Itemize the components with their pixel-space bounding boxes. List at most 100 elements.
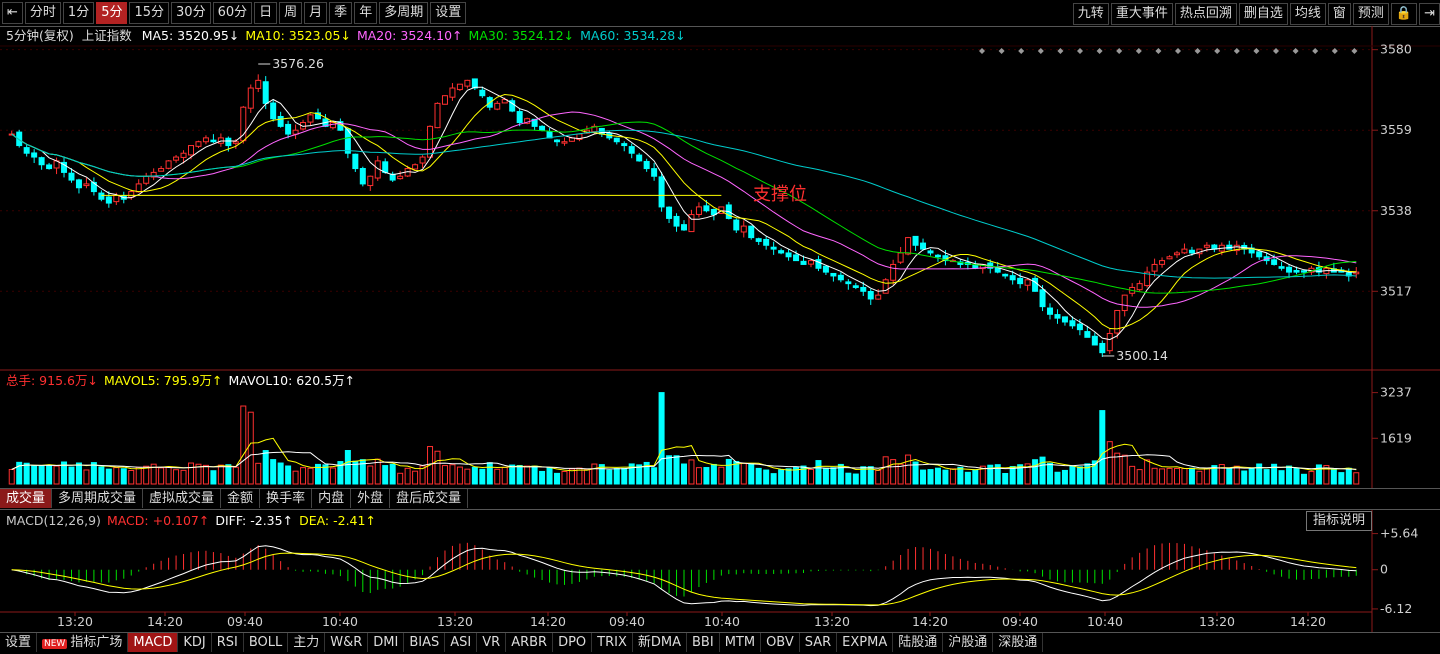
indicator-tab[interactable]: BIAS: [404, 633, 446, 652]
volume-tab[interactable]: 盘后成交量: [390, 489, 469, 508]
marker-diamond: [1175, 48, 1181, 54]
macd-axis-label: -6.12: [1380, 601, 1412, 616]
volume-bar: [38, 465, 45, 485]
candle-body: [845, 281, 852, 285]
volume-tab[interactable]: 外盘: [351, 489, 391, 508]
volume-bar: [621, 467, 628, 485]
volume-bar: [755, 467, 762, 485]
volume-bar: [23, 462, 30, 485]
candle-body: [1300, 270, 1307, 273]
candle-body: [1069, 320, 1076, 327]
candle-body: [897, 252, 904, 263]
indicator-tab[interactable]: 主力: [288, 633, 326, 652]
candle-body: [785, 252, 792, 258]
indicator-tab[interactable]: SAR: [800, 633, 838, 652]
candle-body: [158, 168, 165, 172]
volume-bar: [1248, 467, 1255, 485]
x-axis-label: 09:40: [1002, 614, 1038, 629]
indicator-tab[interactable]: W&R: [325, 633, 369, 652]
indicator-tab[interactable]: NEW 指标广场: [37, 633, 129, 652]
candle-body: [397, 175, 404, 180]
volume-bar: [710, 463, 717, 485]
volume-bar: [285, 465, 292, 485]
volume-bar: [905, 454, 912, 485]
volume-tab[interactable]: 换手率: [260, 489, 313, 508]
indicator-tab[interactable]: MACD: [128, 633, 179, 652]
marker-diamond: [1273, 48, 1279, 54]
candle-body: [561, 141, 568, 144]
candle-body: [658, 176, 665, 208]
indicator-tab[interactable]: 深股通: [993, 633, 1044, 652]
candle-body: [666, 206, 673, 219]
candle-body: [778, 250, 785, 254]
indicator-tab[interactable]: 新DMA: [633, 633, 688, 652]
candle-body: [1091, 335, 1098, 346]
volume-bar: [897, 463, 904, 485]
indicator-tab[interactable]: DMI: [368, 633, 405, 652]
volume-bar: [1308, 471, 1315, 485]
marker-diamond: [1096, 48, 1103, 54]
kline-chart[interactable]: 3580 3559 3538 3517 3576.26 3500.14 3237 1619 +5…: [0, 0, 1440, 652]
volume-tab[interactable]: 金额: [221, 489, 261, 508]
volume-tab[interactable]: 成交量: [0, 489, 53, 508]
ma-line: [11, 86, 1357, 341]
volume-bar: [83, 469, 90, 485]
candle-body: [920, 242, 927, 250]
indicator-tab[interactable]: OBV: [761, 633, 800, 652]
candle-body: [1061, 316, 1068, 323]
candle-body: [1017, 277, 1024, 285]
volume-bar: [120, 468, 127, 485]
volume-bar: [180, 469, 187, 485]
indicator-tab[interactable]: ARBR: [506, 633, 554, 652]
volume-bar: [471, 466, 478, 485]
candle-body: [419, 156, 426, 164]
indicator-tab[interactable]: BOLL: [244, 633, 289, 652]
candle-body: [793, 254, 800, 262]
volume-bar: [568, 468, 575, 485]
indicator-tab[interactable]: 设置: [0, 633, 38, 652]
x-axis-label: 09:40: [227, 614, 263, 629]
volume-bar: [1039, 456, 1046, 485]
volume-bar: [1241, 470, 1248, 485]
volume-axis-label: 3237: [1380, 385, 1412, 400]
indicator-tab[interactable]: RSI: [212, 633, 244, 652]
candle-body: [277, 115, 284, 127]
new-badge: NEW: [42, 639, 68, 649]
volume-bar: [733, 461, 740, 485]
indicator-tab[interactable]: VR: [477, 633, 507, 652]
indicator-tab[interactable]: ASI: [445, 633, 478, 652]
candle-body: [643, 160, 650, 170]
x-axis-label: 13:20: [1199, 614, 1235, 629]
indicator-help-button[interactable]: 指标说明: [1306, 511, 1373, 531]
volume-bar: [554, 472, 561, 485]
volume-bar: [822, 467, 829, 485]
volume-tab[interactable]: 虚拟成交量: [143, 489, 222, 508]
volume-bar: [524, 465, 531, 485]
volume-bar: [1054, 471, 1061, 485]
marker-diamond: [1135, 48, 1142, 54]
volume-tab[interactable]: 多周期成交量: [52, 489, 144, 508]
candle-body: [1106, 332, 1113, 352]
indicator-tab[interactable]: EXPMA: [837, 633, 894, 652]
candle-body: [143, 175, 150, 184]
volume-bar: [778, 469, 785, 485]
indicator-tab[interactable]: BBI: [687, 633, 720, 652]
indicator-tab[interactable]: KDJ: [178, 633, 212, 652]
candle-body: [307, 114, 314, 123]
candle-body: [31, 152, 38, 158]
volume-bar: [434, 450, 441, 485]
volume-tab[interactable]: 内盘: [312, 489, 352, 508]
volume-bar: [613, 468, 620, 485]
indicator-tab[interactable]: MTM: [720, 633, 762, 652]
indicator-tab[interactable]: TRIX: [592, 633, 633, 652]
indicator-tab[interactable]: 沪股通: [943, 633, 994, 652]
candle-body: [255, 79, 262, 89]
candle-body: [441, 95, 448, 105]
candle-body: [905, 237, 912, 255]
indicator-tab[interactable]: 陆股通: [893, 633, 944, 652]
volume-bar: [1278, 470, 1285, 485]
indicator-tab[interactable]: DPO: [553, 633, 593, 652]
volume-bar: [673, 455, 680, 485]
volume-bar: [725, 458, 732, 485]
candle-body: [770, 246, 777, 250]
